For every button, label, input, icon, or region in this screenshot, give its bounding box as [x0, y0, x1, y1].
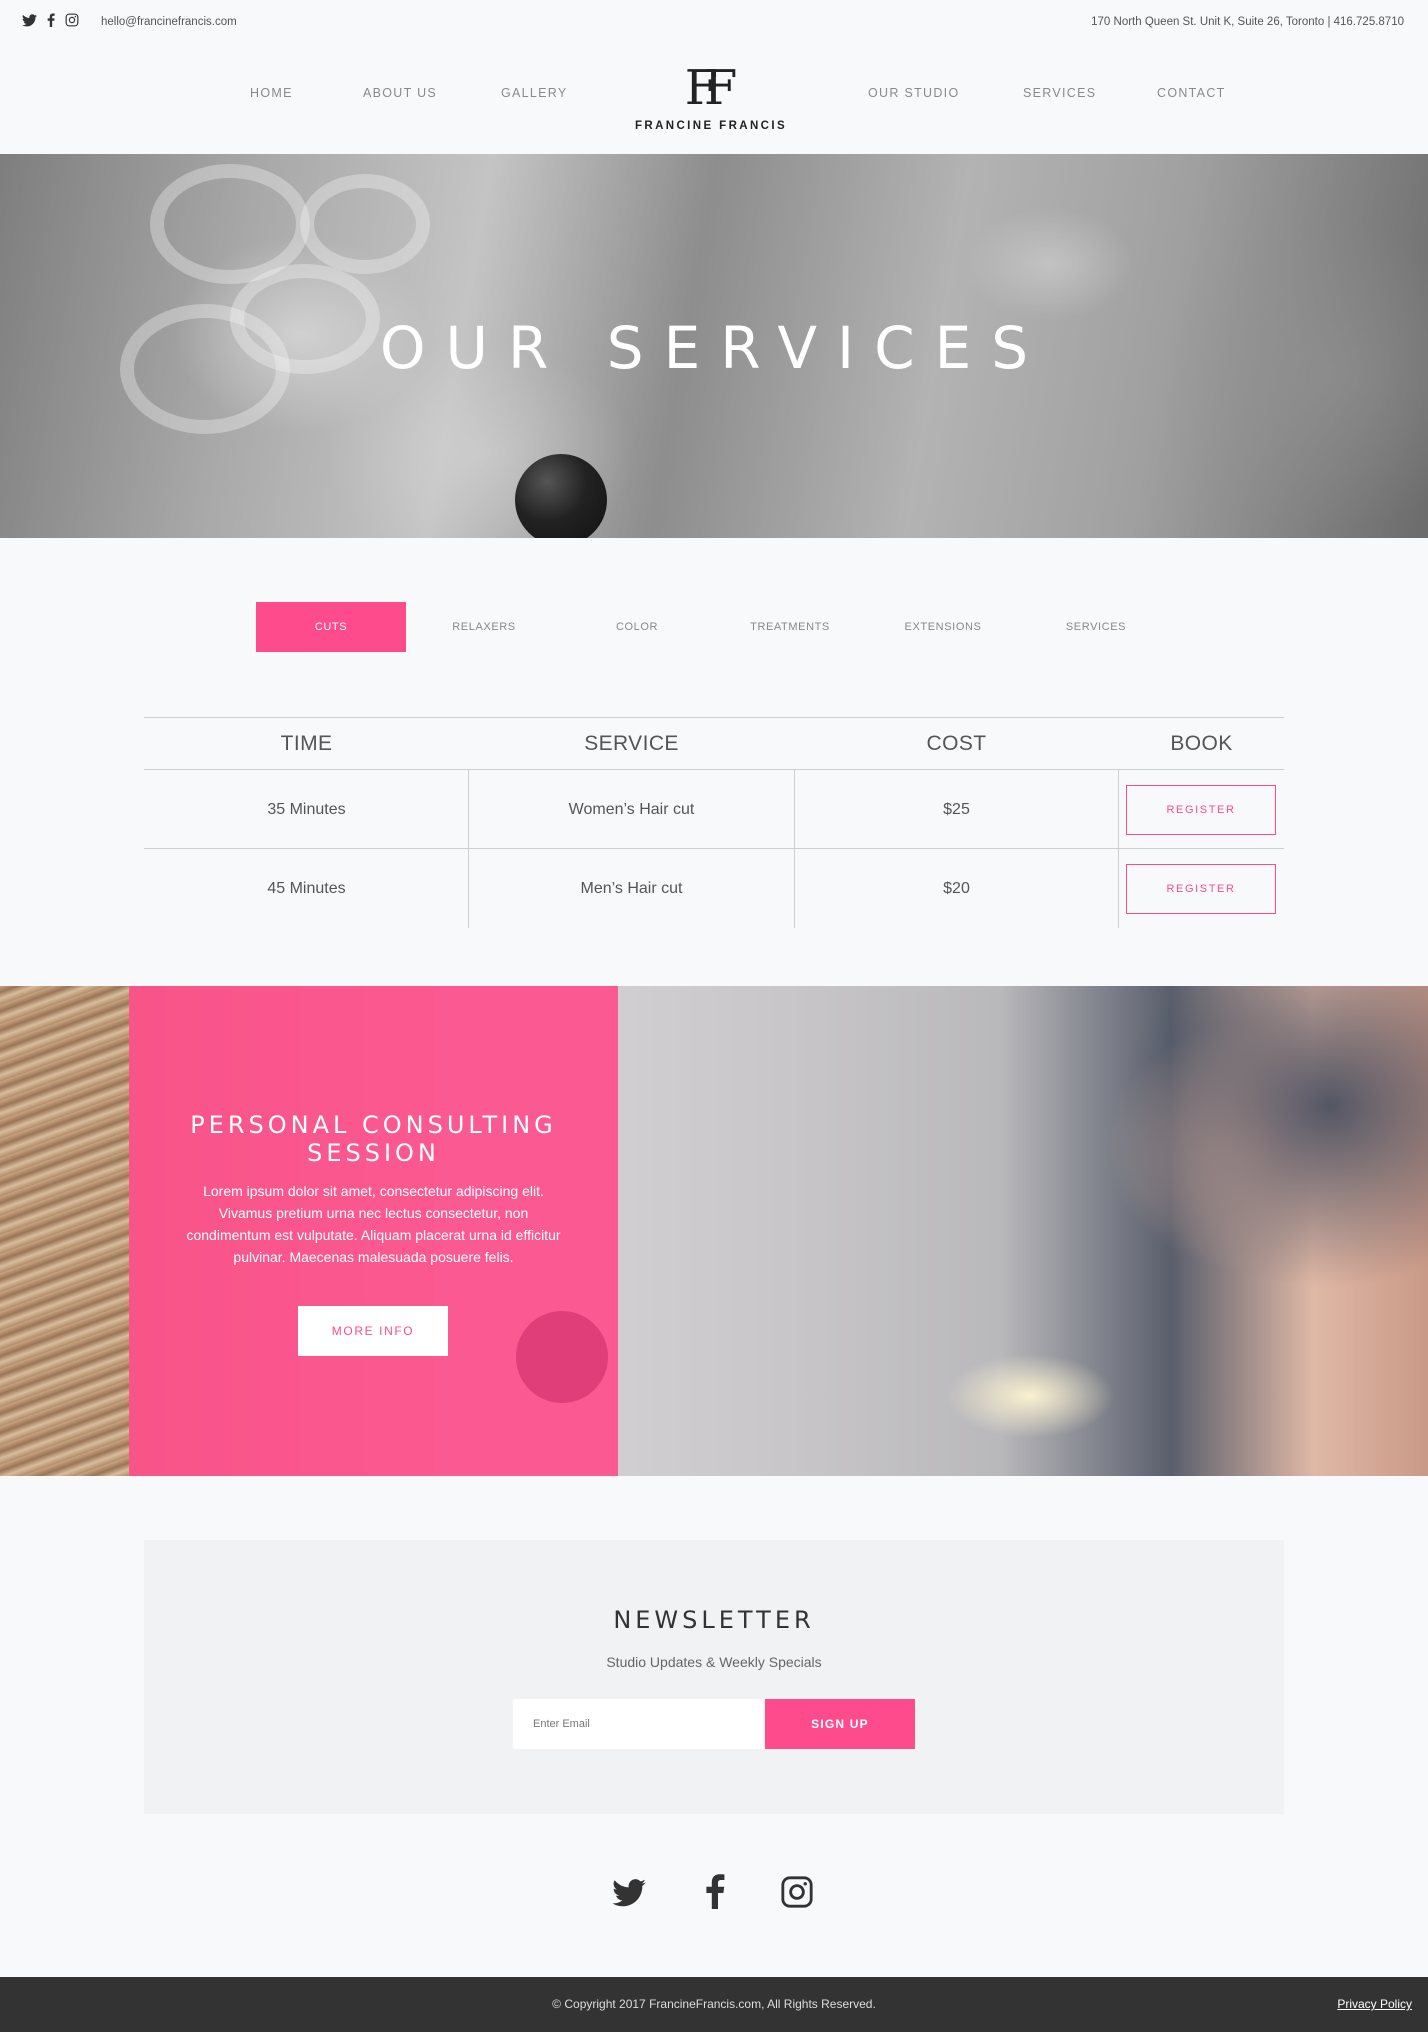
- register-button[interactable]: REGISTER: [1126, 785, 1276, 835]
- twitter-icon[interactable]: [22, 13, 37, 27]
- contact-email[interactable]: hello@francinefrancis.com: [101, 16, 237, 28]
- column-divider: [1118, 849, 1119, 928]
- instagram-icon[interactable]: [65, 13, 79, 27]
- tab-treatments[interactable]: TREATMENTS: [715, 602, 865, 652]
- register-button[interactable]: REGISTER: [1126, 864, 1276, 914]
- hero-title: OUR SERVICES: [379, 314, 1049, 382]
- copyright-text: © Copyright 2017 FrancineFrancis.com, Al…: [552, 1997, 876, 2011]
- row-service: Women’s Hair cut: [568, 801, 695, 818]
- header-cost: COST: [926, 732, 987, 755]
- newsletter-subtitle: Studio Updates & Weekly Specials: [606, 1654, 822, 1670]
- tab-cuts[interactable]: CUTS: [256, 602, 406, 652]
- hero-banner: OUR SERVICES: [0, 154, 1428, 538]
- top-social-links: [22, 13, 79, 27]
- top-bar: hello@francinefrancis.com 170 North Quee…: [0, 0, 1428, 46]
- table-header: TIME SERVICE COST BOOK: [144, 717, 1284, 770]
- instagram-icon[interactable]: [780, 1875, 814, 1914]
- nav-services[interactable]: SERVICES: [1023, 86, 1096, 100]
- nav-home[interactable]: HOME: [250, 86, 293, 100]
- row-time: 45 Minutes: [267, 880, 346, 897]
- tab-extensions[interactable]: EXTENSIONS: [868, 602, 1018, 652]
- site-logo[interactable]: FF FRANCINE FRANCIS: [633, 64, 789, 132]
- column-divider: [1118, 770, 1119, 849]
- newsletter-title: NEWSLETTER: [613, 1606, 815, 1634]
- table-row: 45 Minutes Men’s Hair cut $20 REGISTER: [144, 849, 1284, 928]
- twitter-icon[interactable]: [612, 1879, 646, 1912]
- main-nav: HOME ABOUT US GALLERY FF FRANCINE FRANCI…: [0, 46, 1428, 154]
- nav-contact[interactable]: CONTACT: [1157, 86, 1226, 100]
- header-service: SERVICE: [584, 732, 679, 755]
- facebook-icon[interactable]: [705, 1873, 725, 1914]
- facebook-icon[interactable]: [47, 13, 55, 27]
- promo-card: PERSONAL CONSULTING SESSION Lorem ipsum …: [129, 986, 618, 1476]
- table-row: 35 Minutes Women’s Hair cut $25 REGISTER: [144, 770, 1284, 849]
- more-info-button[interactable]: MORE INFO: [298, 1306, 448, 1356]
- newsletter-section: NEWSLETTER Studio Updates & Weekly Speci…: [144, 1540, 1284, 1814]
- nav-about-us[interactable]: ABOUT US: [363, 86, 437, 100]
- tab-color[interactable]: COLOR: [562, 602, 712, 652]
- promo-hair-image: [0, 986, 130, 1476]
- promo-title: PERSONAL CONSULTING SESSION: [190, 1111, 557, 1167]
- hero-hair-curl: [300, 174, 430, 274]
- services-table: TIME SERVICE COST BOOK 35 Minutes Women’…: [144, 717, 1284, 928]
- logo-name: FRANCINE FRANCIS: [634, 120, 788, 132]
- bottom-social-links: [612, 1873, 820, 1913]
- tab-services[interactable]: SERVICES: [1021, 602, 1171, 652]
- privacy-policy-link[interactable]: Privacy Policy: [1337, 1997, 1412, 2011]
- nav-gallery[interactable]: GALLERY: [501, 86, 568, 100]
- contact-address: 170 North Queen St. Unit K, Suite 26, To…: [1091, 16, 1404, 28]
- promo-roller-image: [516, 1311, 608, 1403]
- sign-up-button[interactable]: SIGN UP: [765, 1699, 915, 1749]
- row-cost: $20: [943, 880, 970, 897]
- hero-roller-image: [515, 454, 607, 538]
- email-input[interactable]: [513, 1699, 763, 1749]
- tab-relaxers[interactable]: RELAXERS: [409, 602, 559, 652]
- header-book: BOOK: [1170, 732, 1233, 755]
- nav-our-studio[interactable]: OUR STUDIO: [868, 86, 959, 100]
- header-time: TIME: [280, 732, 333, 755]
- logo-mark: FF: [684, 60, 738, 116]
- promo-body: Lorem ipsum dolor sit amet, consectetur …: [186, 1183, 561, 1265]
- row-time: 35 Minutes: [267, 801, 346, 818]
- consulting-promo: PERSONAL CONSULTING SESSION Lorem ipsum …: [0, 986, 1428, 1476]
- row-cost: $25: [943, 801, 970, 818]
- site-footer: © Copyright 2017 FrancineFrancis.com, Al…: [0, 1977, 1428, 2032]
- row-service: Men’s Hair cut: [580, 880, 683, 897]
